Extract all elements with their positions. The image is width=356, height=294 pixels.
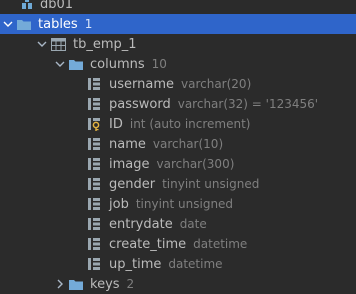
folder-icon <box>67 54 85 74</box>
folder-icon <box>15 14 33 34</box>
tables-count: 1 <box>84 17 93 31</box>
column-type: varchar(32) = '123456' <box>177 97 319 111</box>
tree-node-table[interactable]: tb_emp_1 <box>0 34 356 54</box>
column-row[interactable]: username varchar(20) <box>0 74 356 94</box>
columns-folder-label: columns <box>90 56 145 72</box>
database-icon <box>18 0 36 14</box>
column-icon <box>85 154 103 174</box>
column-type: tinyint unsigned <box>135 197 234 211</box>
tree-node-db01[interactable]: db01 <box>0 0 356 14</box>
column-icon <box>85 214 103 234</box>
column-name: up_time <box>109 256 162 272</box>
chevron-down-icon[interactable] <box>35 34 49 54</box>
column-row[interactable]: image varchar(300) <box>0 154 356 174</box>
column-icon <box>85 194 103 214</box>
column-row[interactable]: gender tinyint unsigned <box>0 174 356 194</box>
column-row[interactable]: name varchar(10) <box>0 134 356 154</box>
keys-count: 2 <box>126 277 135 291</box>
column-type: varchar(20) <box>181 77 252 91</box>
column-icon <box>85 254 103 274</box>
database-name: db01 <box>40 0 74 12</box>
tree-node-tables[interactable]: tables 1 <box>0 14 356 34</box>
column-row[interactable]: ID int (auto increment) <box>0 114 356 134</box>
column-name: ID <box>109 116 123 132</box>
column-type: datetime <box>193 237 248 251</box>
columns-count: 10 <box>151 57 167 71</box>
column-name: image <box>109 156 150 172</box>
column-name: gender <box>109 176 156 192</box>
column-row[interactable]: up_time datetime <box>0 254 356 274</box>
column-name: name <box>109 136 146 152</box>
column-row[interactable]: entrydate date <box>0 214 356 234</box>
column-row[interactable]: password varchar(32) = '123456' <box>0 94 356 114</box>
table-name: tb_emp_1 <box>73 36 137 52</box>
column-icon <box>85 134 103 154</box>
chevron-down-icon[interactable] <box>1 14 15 34</box>
column-name: create_time <box>109 236 187 252</box>
column-type: date <box>179 217 207 231</box>
column-icon <box>85 94 103 114</box>
chevron-right-icon[interactable] <box>53 274 67 294</box>
tree-node-keys[interactable]: keys 2 <box>0 274 356 294</box>
column-icon <box>85 234 103 254</box>
column-name: username <box>109 76 174 92</box>
column-name: password <box>109 96 171 112</box>
keys-folder-label: keys <box>90 276 120 292</box>
column-name: job <box>109 196 129 212</box>
tables-folder-label: tables <box>38 16 78 32</box>
primary-key-column-icon <box>85 114 103 134</box>
column-type: varchar(300) <box>156 157 235 171</box>
folder-icon <box>67 274 85 294</box>
column-row[interactable]: job tinyint unsigned <box>0 194 356 214</box>
column-type: tinyint unsigned <box>162 177 260 191</box>
chevron-down-icon[interactable] <box>53 54 67 74</box>
tree-node-columns[interactable]: columns 10 <box>0 54 356 74</box>
column-row[interactable]: create_time datetime <box>0 234 356 254</box>
column-type: datetime <box>168 257 223 271</box>
column-type: varchar(10) <box>152 137 224 151</box>
column-icon <box>85 174 103 194</box>
column-name: entrydate <box>109 216 173 232</box>
column-type: int (auto increment) <box>129 117 251 131</box>
table-icon <box>49 34 67 54</box>
column-icon <box>85 74 103 94</box>
